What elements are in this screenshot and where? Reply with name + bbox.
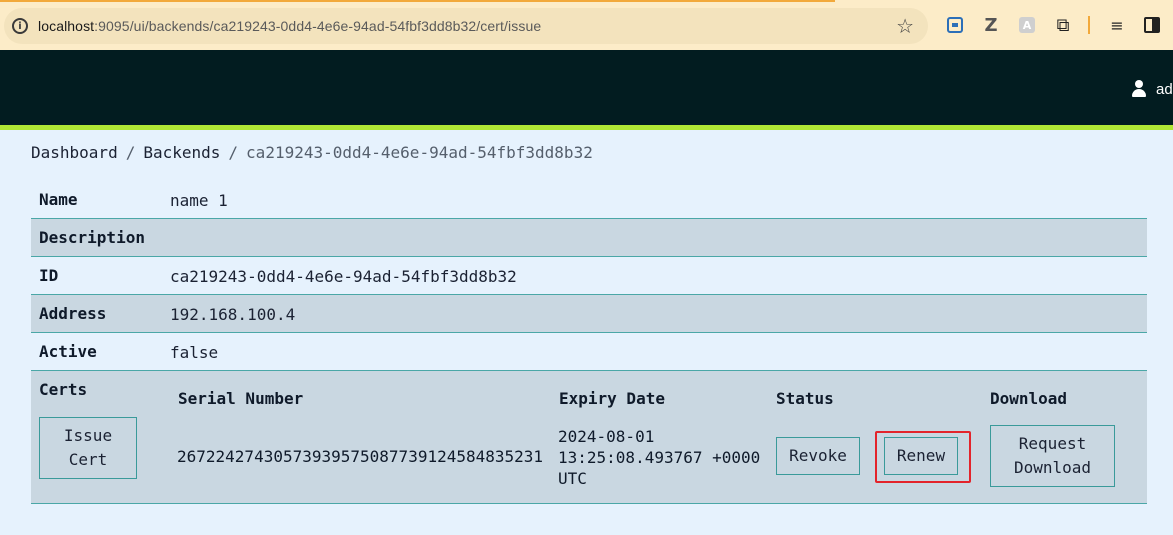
breadcrumb-backends[interactable]: Backends [143, 143, 220, 162]
breadcrumb-current: ca219243-0dd4-4e6e-94ad-54fbf3dd8b32 [246, 143, 593, 162]
reading-list-icon[interactable]: ≡ [1107, 14, 1127, 36]
name-value: name 1 [170, 191, 228, 210]
tab-strip-edge [0, 0, 835, 2]
breadcrumb: Dashboard / Backends / ca219243-0dd4-4e6e-94… [31, 143, 593, 162]
user-menu[interactable]: ad [1131, 80, 1173, 98]
expiry-date-header: Expiry Date [559, 389, 665, 408]
url-text[interactable]: localhost:9095/ui/backends/ca219243-0dd4… [38, 18, 541, 34]
request-download-button[interactable]: Request Download [990, 425, 1115, 487]
app-header [0, 50, 1173, 125]
revoke-button[interactable]: Revoke [776, 437, 860, 475]
detail-row-certs: Certs Issue Cert Serial Number Expiry Da… [31, 371, 1147, 504]
breadcrumb-separator: / [125, 143, 136, 162]
download-header: Download [990, 389, 1068, 408]
user-name: ad [1156, 80, 1173, 98]
issue-cert-button[interactable]: Issue Cert [39, 417, 137, 479]
extensions-puzzle-icon[interactable]: ⧉ [1053, 14, 1073, 36]
detail-row-id: ID ca219243-0dd4-4e6e-94ad-54fbf3dd8b32 [31, 257, 1147, 295]
breadcrumb-dashboard[interactable]: Dashboard [31, 143, 118, 162]
name-label: Name [39, 190, 78, 209]
renew-button[interactable]: Renew [884, 437, 958, 475]
active-label: Active [39, 342, 97, 361]
browser-toolbar: i localhost:9095/ui/backends/ca219243-0d… [0, 0, 1173, 50]
address-value: 192.168.100.4 [170, 305, 296, 324]
toolbar-divider [1088, 16, 1090, 34]
address-bar[interactable]: i localhost:9095/ui/backends/ca219243-0d… [4, 8, 928, 44]
side-panel-icon[interactable] [1142, 14, 1162, 36]
id-value: ca219243-0dd4-4e6e-94ad-54fbf3dd8b32 [170, 267, 517, 286]
site-info-icon[interactable]: i [12, 18, 28, 34]
breadcrumb-separator: / [228, 143, 239, 162]
detail-row-active: Active false [31, 333, 1147, 371]
backend-detail-table: Name name 1 Description ID ca219243-0dd4… [31, 181, 1147, 504]
url-path: :9095/ui/backends/ca219243-0dd4-4e6e-94a… [94, 18, 542, 34]
active-value: false [170, 343, 219, 362]
serial-number-header: Serial Number [178, 389, 304, 408]
cert-serial-number: 26722427430573939575087739124584835231 [177, 447, 544, 466]
extension-grey-icon[interactable]: A [1018, 14, 1036, 36]
bookmark-star-icon[interactable]: ☆ [896, 14, 914, 38]
detail-row-name: Name name 1 [31, 181, 1147, 219]
detail-row-address: Address 192.168.100.4 [31, 295, 1147, 333]
detail-row-description: Description [31, 219, 1147, 257]
certs-label: Certs [39, 380, 88, 399]
header-accent-bar [0, 125, 1173, 130]
status-header: Status [776, 389, 834, 408]
extension-translate-icon[interactable] [945, 14, 965, 36]
user-icon [1131, 80, 1147, 98]
url-host: localhost [38, 18, 95, 34]
cert-expiry-date: 2024-08-01 13:25:08.493767 +0000 UTC [558, 427, 761, 488]
id-label: ID [39, 266, 59, 285]
extension-z-icon[interactable]: Z [982, 14, 1000, 36]
address-label: Address [39, 304, 107, 323]
description-label: Description [39, 228, 145, 247]
